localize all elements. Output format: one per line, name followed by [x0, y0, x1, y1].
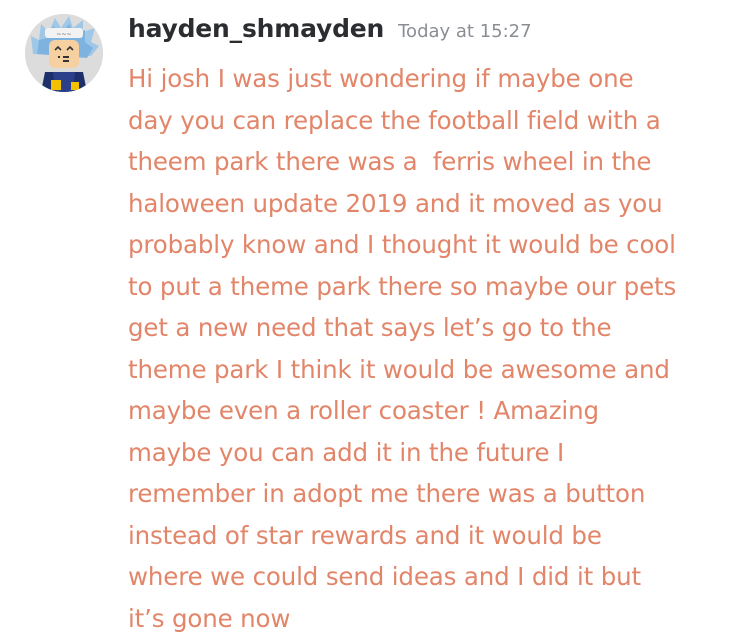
message-content: Hi josh I was just wondering if maybe on…: [128, 58, 728, 639]
chat-message: ~~~ hayden_shmayden Today at 15:27 Hi jo…: [0, 0, 750, 641]
message-timestamp[interactable]: Today at 15:27: [398, 21, 531, 42]
message-text-line: instead of star rewards and it would be: [128, 520, 602, 550]
message-text-line: where we could send ideas and I did it b…: [128, 562, 641, 591]
roblox-avatar-icon: ~~~: [25, 14, 103, 92]
message-text-line: maybe even a roller coaster ! Amazing: [128, 396, 599, 425]
message-text-line: probably know and I thought it would be …: [128, 230, 676, 259]
message-text-line: remember in adopt me there was a button: [128, 479, 646, 508]
message-text-line: it’s gone now: [128, 603, 291, 633]
message-header: hayden_shmayden Today at 15:27: [128, 14, 532, 58]
message-text-line: get a new need that says let’s go to the: [128, 313, 612, 342]
message-text-line: day you can replace the football field w…: [128, 105, 661, 135]
message-text-line: to put a theme park there so maybe our p…: [128, 271, 677, 301]
avatar[interactable]: ~~~: [25, 14, 103, 92]
message-text-line: Hi josh I was just wondering if maybe on…: [128, 64, 634, 93]
message-text-line: maybe you can add it in the future I: [128, 437, 565, 467]
svg-text:~~~: ~~~: [56, 31, 71, 38]
message-text-line: theme park I think it would be awesome a…: [128, 354, 670, 384]
author-username[interactable]: hayden_shmayden: [128, 14, 384, 43]
message-text-line: haloween update 2019 and it moved as you: [128, 188, 663, 218]
message-text-line: theem park there was a ferris wheel in t…: [128, 147, 652, 176]
